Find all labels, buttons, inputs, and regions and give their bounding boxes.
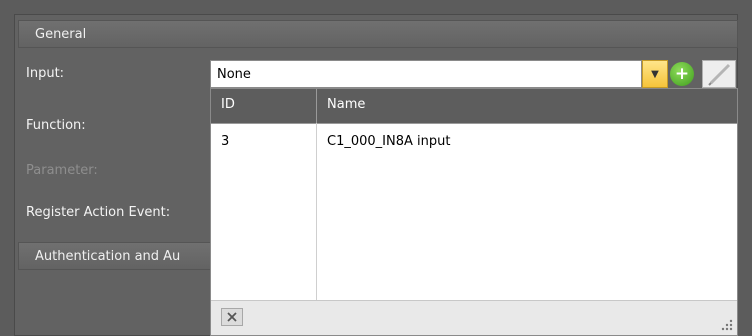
row-id: 3 [221, 134, 230, 149]
general-section-header[interactable]: General [18, 20, 738, 48]
column-header-id[interactable]: ID [211, 89, 317, 123]
clear-filter-icon [227, 312, 237, 322]
edit-input-button[interactable] [702, 60, 736, 88]
popup-footer [211, 300, 737, 335]
parameter-label: Parameter: [26, 163, 98, 178]
input-dropdown-button[interactable]: ▼ [642, 60, 668, 88]
authentication-section-title: Authentication and Au [35, 249, 181, 264]
add-input-button[interactable]: + [670, 62, 694, 86]
grid-header: ID Name [211, 89, 737, 124]
general-section-title: General [35, 27, 87, 42]
column-divider [316, 123, 317, 301]
chevron-down-icon: ▼ [651, 68, 659, 80]
register-action-event-label: Register Action Event: [26, 205, 171, 220]
function-label: Function: [26, 118, 86, 133]
column-header-id-label: ID [221, 97, 235, 112]
pencil-icon [708, 63, 731, 86]
clear-filter-button[interactable] [221, 308, 243, 326]
input-value: None [217, 67, 251, 82]
input-selection-popup: ID Name 3 C1_000_IN8A input [210, 88, 738, 336]
input-label: Input: [26, 66, 65, 81]
row-name: C1_000_IN8A input [327, 134, 451, 149]
resize-grip-icon[interactable] [721, 319, 733, 331]
column-header-name-label: Name [327, 97, 366, 112]
column-header-name[interactable]: Name [317, 89, 737, 123]
input-field[interactable]: None [210, 60, 642, 88]
plus-circle-icon: + [674, 64, 690, 84]
table-row[interactable]: 3 C1_000_IN8A input [211, 123, 737, 149]
